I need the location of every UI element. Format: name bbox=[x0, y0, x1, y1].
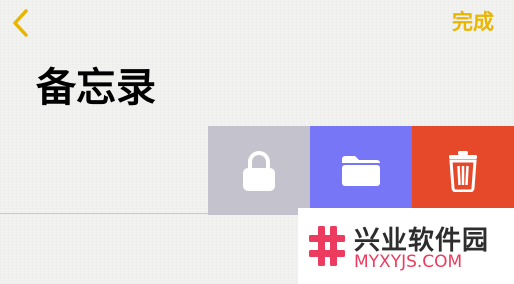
watermark: 兴业软件园 MYXYJS.COM bbox=[298, 208, 514, 284]
row-divider bbox=[0, 213, 210, 214]
hash-logo-icon bbox=[309, 226, 345, 266]
page-title: 备忘录 bbox=[36, 65, 156, 111]
move-button[interactable] bbox=[310, 126, 412, 215]
lock-icon bbox=[243, 150, 275, 191]
back-button[interactable] bbox=[6, 6, 36, 40]
done-button[interactable]: 完成 bbox=[452, 8, 494, 36]
chevron-left-icon bbox=[13, 9, 28, 37]
swipe-actions bbox=[208, 126, 514, 215]
delete-button[interactable] bbox=[412, 126, 514, 215]
folder-icon bbox=[342, 155, 380, 186]
lock-button[interactable] bbox=[208, 126, 310, 215]
watermark-url: MYXYJS.COM bbox=[354, 252, 463, 272]
trash-icon bbox=[449, 150, 477, 192]
